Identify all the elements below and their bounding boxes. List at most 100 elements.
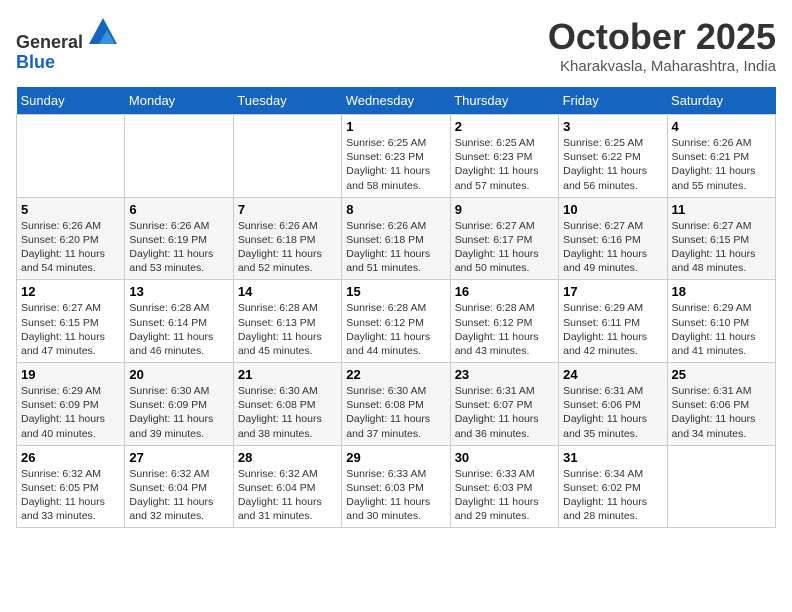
day-number: 17 — [563, 284, 662, 299]
day-info: Sunrise: 6:34 AMSunset: 6:02 PMDaylight:… — [563, 467, 662, 524]
day-info: Sunrise: 6:28 AMSunset: 6:14 PMDaylight:… — [129, 301, 228, 358]
day-number: 4 — [672, 119, 771, 134]
day-number: 19 — [21, 367, 120, 382]
day-info: Sunrise: 6:33 AMSunset: 6:03 PMDaylight:… — [455, 467, 554, 524]
day-number: 13 — [129, 284, 228, 299]
day-number: 7 — [238, 202, 337, 217]
calendar-cell — [667, 445, 775, 528]
calendar-cell: 5 Sunrise: 6:26 AMSunset: 6:20 PMDaylight… — [17, 197, 125, 280]
day-info: Sunrise: 6:26 AMSunset: 6:21 PMDaylight:… — [672, 136, 771, 193]
calendar-cell: 27 Sunrise: 6:32 AMSunset: 6:04 PMDayligh… — [125, 445, 233, 528]
day-info: Sunrise: 6:27 AMSunset: 6:16 PMDaylight:… — [563, 219, 662, 276]
day-info: Sunrise: 6:27 AMSunset: 6:15 PMDaylight:… — [672, 219, 771, 276]
day-number: 26 — [21, 450, 120, 465]
calendar-cell: 20 Sunrise: 6:30 AMSunset: 6:09 PMDayligh… — [125, 363, 233, 446]
weekday-header-wednesday: Wednesday — [342, 87, 450, 115]
logo-blue: Blue — [16, 52, 55, 72]
logo: General Blue — [16, 16, 119, 73]
day-number: 23 — [455, 367, 554, 382]
calendar-cell: 4 Sunrise: 6:26 AMSunset: 6:21 PMDaylight… — [667, 115, 775, 198]
day-number: 14 — [238, 284, 337, 299]
calendar-cell: 15 Sunrise: 6:28 AMSunset: 6:12 PMDayligh… — [342, 280, 450, 363]
calendar-cell: 3Sunrise: 6:25 AMSunset: 6:22 PMDaylight… — [559, 115, 667, 198]
calendar-week-row: 26 Sunrise: 6:32 AMSunset: 6:05 PMDayligh… — [17, 445, 776, 528]
calendar-body: 1Sunrise: 6:25 AMSunset: 6:23 PMDaylight… — [17, 115, 776, 528]
day-info: Sunrise: 6:32 AMSunset: 6:05 PMDaylight:… — [21, 467, 120, 524]
day-number: 25 — [672, 367, 771, 382]
day-number: 15 — [346, 284, 445, 299]
day-info: Sunrise: 6:29 AMSunset: 6:10 PMDaylight:… — [672, 301, 771, 358]
day-number: 30 — [455, 450, 554, 465]
calendar-cell: 21 Sunrise: 6:30 AMSunset: 6:08 PMDayligh… — [233, 363, 341, 446]
calendar-cell: 2Sunrise: 6:25 AMSunset: 6:23 PMDaylight… — [450, 115, 558, 198]
day-info: Sunrise: 6:33 AMSunset: 6:03 PMDaylight:… — [346, 467, 445, 524]
day-info: Sunrise: 6:30 AMSunset: 6:09 PMDaylight:… — [129, 384, 228, 441]
day-info: Sunrise: 6:26 AMSunset: 6:19 PMDaylight:… — [129, 219, 228, 276]
calendar-cell: 31 Sunrise: 6:34 AMSunset: 6:02 PMDayligh… — [559, 445, 667, 528]
day-info: Sunrise: 6:31 AMSunset: 6:07 PMDaylight:… — [455, 384, 554, 441]
day-info: Sunrise: 6:30 AMSunset: 6:08 PMDaylight:… — [238, 384, 337, 441]
day-info: Sunrise: 6:28 AMSunset: 6:12 PMDaylight:… — [346, 301, 445, 358]
day-number: 9 — [455, 202, 554, 217]
calendar-cell: 8Sunrise: 6:26 AMSunset: 6:18 PMDaylight… — [342, 197, 450, 280]
page-header: General Blue October 2025 Kharakvasla, M… — [16, 16, 776, 75]
calendar-cell: 29 Sunrise: 6:33 AMSunset: 6:03 PMDayligh… — [342, 445, 450, 528]
day-number: 21 — [238, 367, 337, 382]
calendar-week-row: 12 Sunrise: 6:27 AMSunset: 6:15 PMDayligh… — [17, 280, 776, 363]
calendar-table: SundayMondayTuesdayWednesdayThursdayFrid… — [16, 87, 776, 528]
day-number: 20 — [129, 367, 228, 382]
day-info: Sunrise: 6:27 AMSunset: 6:15 PMDaylight:… — [21, 301, 120, 358]
title-block: October 2025 Kharakvasla, Maharashtra, I… — [548, 16, 776, 75]
day-number: 18 — [672, 284, 771, 299]
calendar-cell: 16 Sunrise: 6:28 AMSunset: 6:12 PMDayligh… — [450, 280, 558, 363]
weekday-header-saturday: Saturday — [667, 87, 775, 115]
calendar-cell: 28Sunrise: 6:32 AMSunset: 6:04 PMDayligh… — [233, 445, 341, 528]
calendar-cell: 30 Sunrise: 6:33 AMSunset: 6:03 PMDayligh… — [450, 445, 558, 528]
weekday-header-sunday: Sunday — [17, 87, 125, 115]
calendar-cell: 18 Sunrise: 6:29 AMSunset: 6:10 PMDayligh… — [667, 280, 775, 363]
location: Kharakvasla, Maharashtra, India — [548, 58, 776, 75]
weekday-header-tuesday: Tuesday — [233, 87, 341, 115]
day-info: Sunrise: 6:28 AMSunset: 6:12 PMDaylight:… — [455, 301, 554, 358]
day-info: Sunrise: 6:27 AMSunset: 6:17 PMDaylight:… — [455, 219, 554, 276]
day-number: 11 — [672, 202, 771, 217]
calendar-cell: 23 Sunrise: 6:31 AMSunset: 6:07 PMDayligh… — [450, 363, 558, 446]
calendar-cell: 17Sunrise: 6:29 AMSunset: 6:11 PMDayligh… — [559, 280, 667, 363]
calendar-cell: 24Sunrise: 6:31 AMSunset: 6:06 PMDayligh… — [559, 363, 667, 446]
calendar-cell: 22Sunrise: 6:30 AMSunset: 6:08 PMDayligh… — [342, 363, 450, 446]
calendar-header-row: SundayMondayTuesdayWednesdayThursdayFrid… — [17, 87, 776, 115]
day-number: 12 — [21, 284, 120, 299]
day-number: 5 — [21, 202, 120, 217]
calendar-cell: 10 Sunrise: 6:27 AMSunset: 6:16 PMDayligh… — [559, 197, 667, 280]
day-number: 29 — [346, 450, 445, 465]
calendar-cell: 1Sunrise: 6:25 AMSunset: 6:23 PMDaylight… — [342, 115, 450, 198]
day-info: Sunrise: 6:26 AMSunset: 6:18 PMDaylight:… — [238, 219, 337, 276]
day-info: Sunrise: 6:31 AMSunset: 6:06 PMDaylight:… — [672, 384, 771, 441]
day-info: Sunrise: 6:32 AMSunset: 6:04 PMDaylight:… — [129, 467, 228, 524]
calendar-cell: 25 Sunrise: 6:31 AMSunset: 6:06 PMDayligh… — [667, 363, 775, 446]
day-info: Sunrise: 6:26 AMSunset: 6:20 PMDaylight:… — [21, 219, 120, 276]
calendar-cell: 6 Sunrise: 6:26 AMSunset: 6:19 PMDaylight… — [125, 197, 233, 280]
weekday-header-monday: Monday — [125, 87, 233, 115]
month-title: October 2025 — [548, 16, 776, 58]
day-number: 10 — [563, 202, 662, 217]
day-info: Sunrise: 6:31 AMSunset: 6:06 PMDaylight:… — [563, 384, 662, 441]
calendar-cell: 9 Sunrise: 6:27 AMSunset: 6:17 PMDaylight… — [450, 197, 558, 280]
calendar-cell: 19Sunrise: 6:29 AMSunset: 6:09 PMDayligh… — [17, 363, 125, 446]
day-number: 27 — [129, 450, 228, 465]
calendar-cell — [17, 115, 125, 198]
day-number: 6 — [129, 202, 228, 217]
calendar-week-row: 5 Sunrise: 6:26 AMSunset: 6:20 PMDaylight… — [17, 197, 776, 280]
calendar-cell: 13 Sunrise: 6:28 AMSunset: 6:14 PMDayligh… — [125, 280, 233, 363]
calendar-week-row: 19Sunrise: 6:29 AMSunset: 6:09 PMDayligh… — [17, 363, 776, 446]
day-number: 8 — [346, 202, 445, 217]
day-number: 31 — [563, 450, 662, 465]
logo-general: General — [16, 32, 83, 52]
day-number: 22 — [346, 367, 445, 382]
day-number: 28 — [238, 450, 337, 465]
day-number: 16 — [455, 284, 554, 299]
day-number: 1 — [346, 119, 445, 134]
calendar-cell: 26 Sunrise: 6:32 AMSunset: 6:05 PMDayligh… — [17, 445, 125, 528]
calendar-cell — [125, 115, 233, 198]
calendar-cell: 7 Sunrise: 6:26 AMSunset: 6:18 PMDaylight… — [233, 197, 341, 280]
